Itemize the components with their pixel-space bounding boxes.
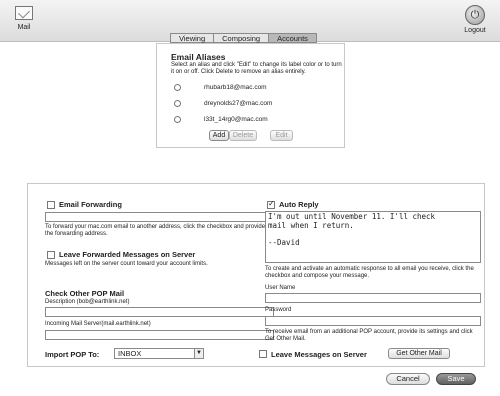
username-field[interactable] [265, 293, 481, 303]
leave-forwarded-label: Leave Forwarded Messages on Server [59, 250, 196, 259]
password-label: Password [265, 307, 292, 313]
edit-alias-button[interactable]: Edit [270, 130, 293, 141]
auto-reply-checkbox[interactable] [267, 199, 275, 209]
alias-radio[interactable] [174, 83, 181, 91]
alias-radio[interactable] [174, 115, 181, 123]
alias-address: l33t_14rg0@mac.com [204, 115, 268, 123]
mail-label: Mail [17, 24, 31, 31]
auto-reply-message[interactable]: I'm out until November 11. I'll check ma… [265, 211, 481, 263]
logout-icon: ⏻ [465, 5, 485, 25]
aliases-description: Select an alias and click "Edit" to chan… [171, 62, 342, 75]
cancel-button[interactable]: Cancel [386, 373, 430, 385]
auto-reply-description: To create and activate an automatic resp… [265, 266, 474, 279]
alias-row[interactable]: dreynolds27@mac.com [174, 98, 272, 108]
chevron-down-icon: ▼ [194, 349, 203, 358]
import-pop-value: INBOX [118, 349, 142, 358]
alias-address: rhubarb18@mac.com [204, 83, 267, 91]
leave-messages-label: Leave Messages on Server [271, 350, 367, 359]
get-other-mail-button[interactable]: Get Other Mail [388, 348, 450, 359]
delete-alias-button[interactable]: Delete [229, 130, 257, 141]
logout-button[interactable]: ⏻ Logout [458, 5, 492, 34]
leave-forwarded-description: Messages left on the server count toward… [45, 261, 208, 267]
password-field[interactable] [265, 316, 481, 326]
leave-forwarded-checkbox[interactable] [47, 251, 55, 259]
email-forwarding-checkbox[interactable] [47, 201, 55, 209]
save-button[interactable]: Save [436, 373, 476, 385]
alias-row[interactable]: rhubarb18@mac.com [174, 82, 267, 92]
logout-label: Logout [464, 27, 486, 34]
alias-radio[interactable] [174, 99, 181, 107]
pop-server-label: Incoming Mail Server(mail.earthlink.net) [45, 321, 151, 327]
aliases-title: Email Aliases [171, 52, 226, 62]
pop-mail-title: Check Other POP Mail [45, 289, 125, 298]
pop-description-label: Description (bob@earthlink.net) [45, 299, 130, 305]
import-pop-select[interactable]: INBOX ▼ [114, 348, 204, 359]
leave-messages-checkbox[interactable] [259, 350, 267, 358]
alias-row[interactable]: l33t_14rg0@mac.com [174, 114, 268, 124]
mail-button[interactable]: Mail [9, 6, 39, 38]
preferences-tabs: Viewing Composing Accounts [170, 33, 317, 43]
tab-composing[interactable]: Composing [214, 34, 270, 43]
tab-accounts[interactable]: Accounts [269, 34, 316, 43]
pop-server-field[interactable] [45, 330, 274, 340]
alias-address: dreynolds27@mac.com [204, 99, 273, 107]
username-label: User Name [265, 285, 296, 291]
tab-viewing[interactable]: Viewing [171, 34, 215, 43]
email-aliases-panel: Email Aliases Select an alias and click … [156, 43, 345, 148]
pop-info-text: To receive email from an additional POP … [265, 329, 473, 342]
email-forwarding-title: Email Forwarding [59, 200, 122, 209]
add-alias-button[interactable]: Add [209, 130, 229, 141]
account-settings-panel: Email Forwarding To forward your mac.com… [27, 183, 485, 367]
forwarding-description: To forward your mac.com email to another… [45, 224, 266, 237]
forwarding-address-field[interactable] [45, 212, 274, 222]
mail-icon [15, 6, 33, 20]
pop-description-field[interactable] [45, 307, 274, 317]
import-pop-label: Import POP To: [45, 350, 100, 359]
auto-reply-title: Auto Reply [279, 200, 319, 209]
